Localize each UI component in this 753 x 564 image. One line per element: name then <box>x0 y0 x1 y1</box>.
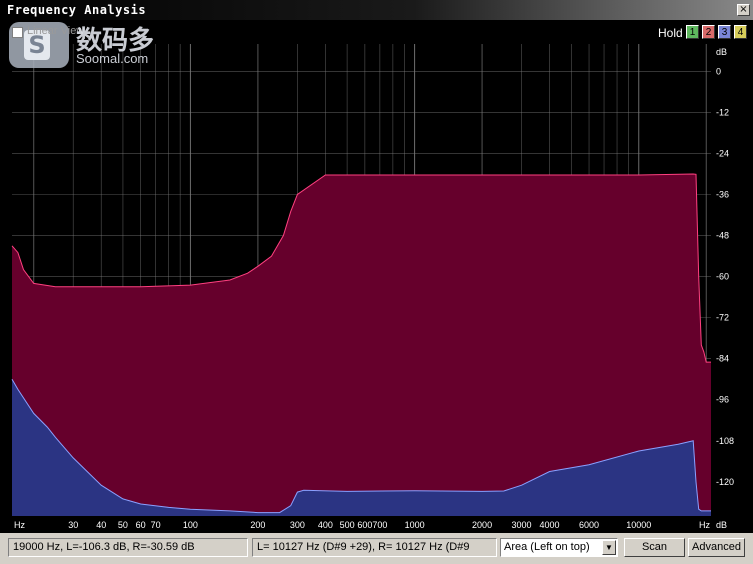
y-tick-label: 0 <box>716 66 721 76</box>
y-tick-label: -96 <box>716 395 729 405</box>
hold-button-1[interactable]: 1 <box>686 25 699 39</box>
linear-view-checkbox[interactable] <box>12 27 23 38</box>
y-tick-label: -24 <box>716 148 729 158</box>
x-axis-unit-right: Hz <box>699 520 710 530</box>
x-tick-label: 3000 <box>512 520 532 530</box>
y-tick-label: -108 <box>716 436 734 446</box>
cursor-readout: 19000 Hz, L=-106.3 dB, R=-30.59 dB <box>8 538 248 557</box>
y-tick-label: -36 <box>716 189 729 199</box>
window-title: Frequency Analysis <box>7 3 147 17</box>
x-tick-label: 40 <box>96 520 106 530</box>
scan-button[interactable]: Scan <box>624 538 685 557</box>
hold-button-4[interactable]: 4 <box>734 25 747 39</box>
y-tick-label: -12 <box>716 107 729 117</box>
close-button[interactable]: × <box>737 4 750 16</box>
frequency-analysis-window: Frequency Analysis × Hz Hz 30 40 50 60 70 100 20… <box>0 0 753 564</box>
hold-button-3[interactable]: 3 <box>718 25 731 39</box>
x-tick-label: 30 <box>68 520 78 530</box>
y-tick-label: -84 <box>716 354 729 364</box>
x-tick-label: 2000 <box>472 520 492 530</box>
x-tick-label: 600 <box>357 520 372 530</box>
y-tick-label: -60 <box>716 272 729 282</box>
y-tick-label: -120 <box>716 477 734 487</box>
dropdown-arrow-icon[interactable]: ▼ <box>602 540 616 555</box>
x-tick-label: 6000 <box>579 520 599 530</box>
y-axis: dB dB 0 -12 -24 -36 -48 -60 -72 -84 -96 -108 -120 <box>711 44 753 533</box>
frequency-chart[interactable]: Hz Hz 30 40 50 60 70 100 200 300 400 500 600 700 1000 2… <box>0 44 753 533</box>
x-axis: Hz Hz 30 40 50 60 70 100 200 300 400 500 600 700 1000 2… <box>0 516 753 533</box>
view-mode-value: Area (Left on top) <box>504 541 590 553</box>
x-tick-label: 60 <box>136 520 146 530</box>
x-tick-label: 70 <box>151 520 161 530</box>
x-tick-label: 200 <box>250 520 265 530</box>
hold-button-2[interactable]: 2 <box>702 25 715 39</box>
x-tick-label: 1000 <box>405 520 425 530</box>
x-tick-label: 50 <box>118 520 128 530</box>
y-axis-unit-bottom: dB <box>716 520 727 530</box>
x-tick-label: 100 <box>183 520 198 530</box>
x-axis-unit-left: Hz <box>14 520 25 530</box>
x-tick-label: 10000 <box>626 520 651 530</box>
hold-label: Hold <box>658 26 683 40</box>
x-tick-label: 400 <box>318 520 333 530</box>
x-tick-label: 500 <box>340 520 355 530</box>
x-tick-label: 700 <box>372 520 387 530</box>
view-mode-select[interactable]: Area (Left on top) ▼ <box>500 538 618 557</box>
x-tick-label: 4000 <box>540 520 560 530</box>
x-tick-label: 300 <box>290 520 305 530</box>
watermark-text-en: Soomal.com <box>76 51 149 66</box>
peak-readout: L= 10127 Hz (D#9 +29), R= 10127 Hz (D#9 <box>252 538 497 557</box>
title-bar[interactable]: Frequency Analysis × <box>0 0 753 20</box>
y-axis-unit-top: dB <box>716 47 727 57</box>
y-tick-label: -72 <box>716 313 729 323</box>
advanced-button[interactable]: Advanced <box>688 538 745 557</box>
y-tick-label: -48 <box>716 231 729 241</box>
